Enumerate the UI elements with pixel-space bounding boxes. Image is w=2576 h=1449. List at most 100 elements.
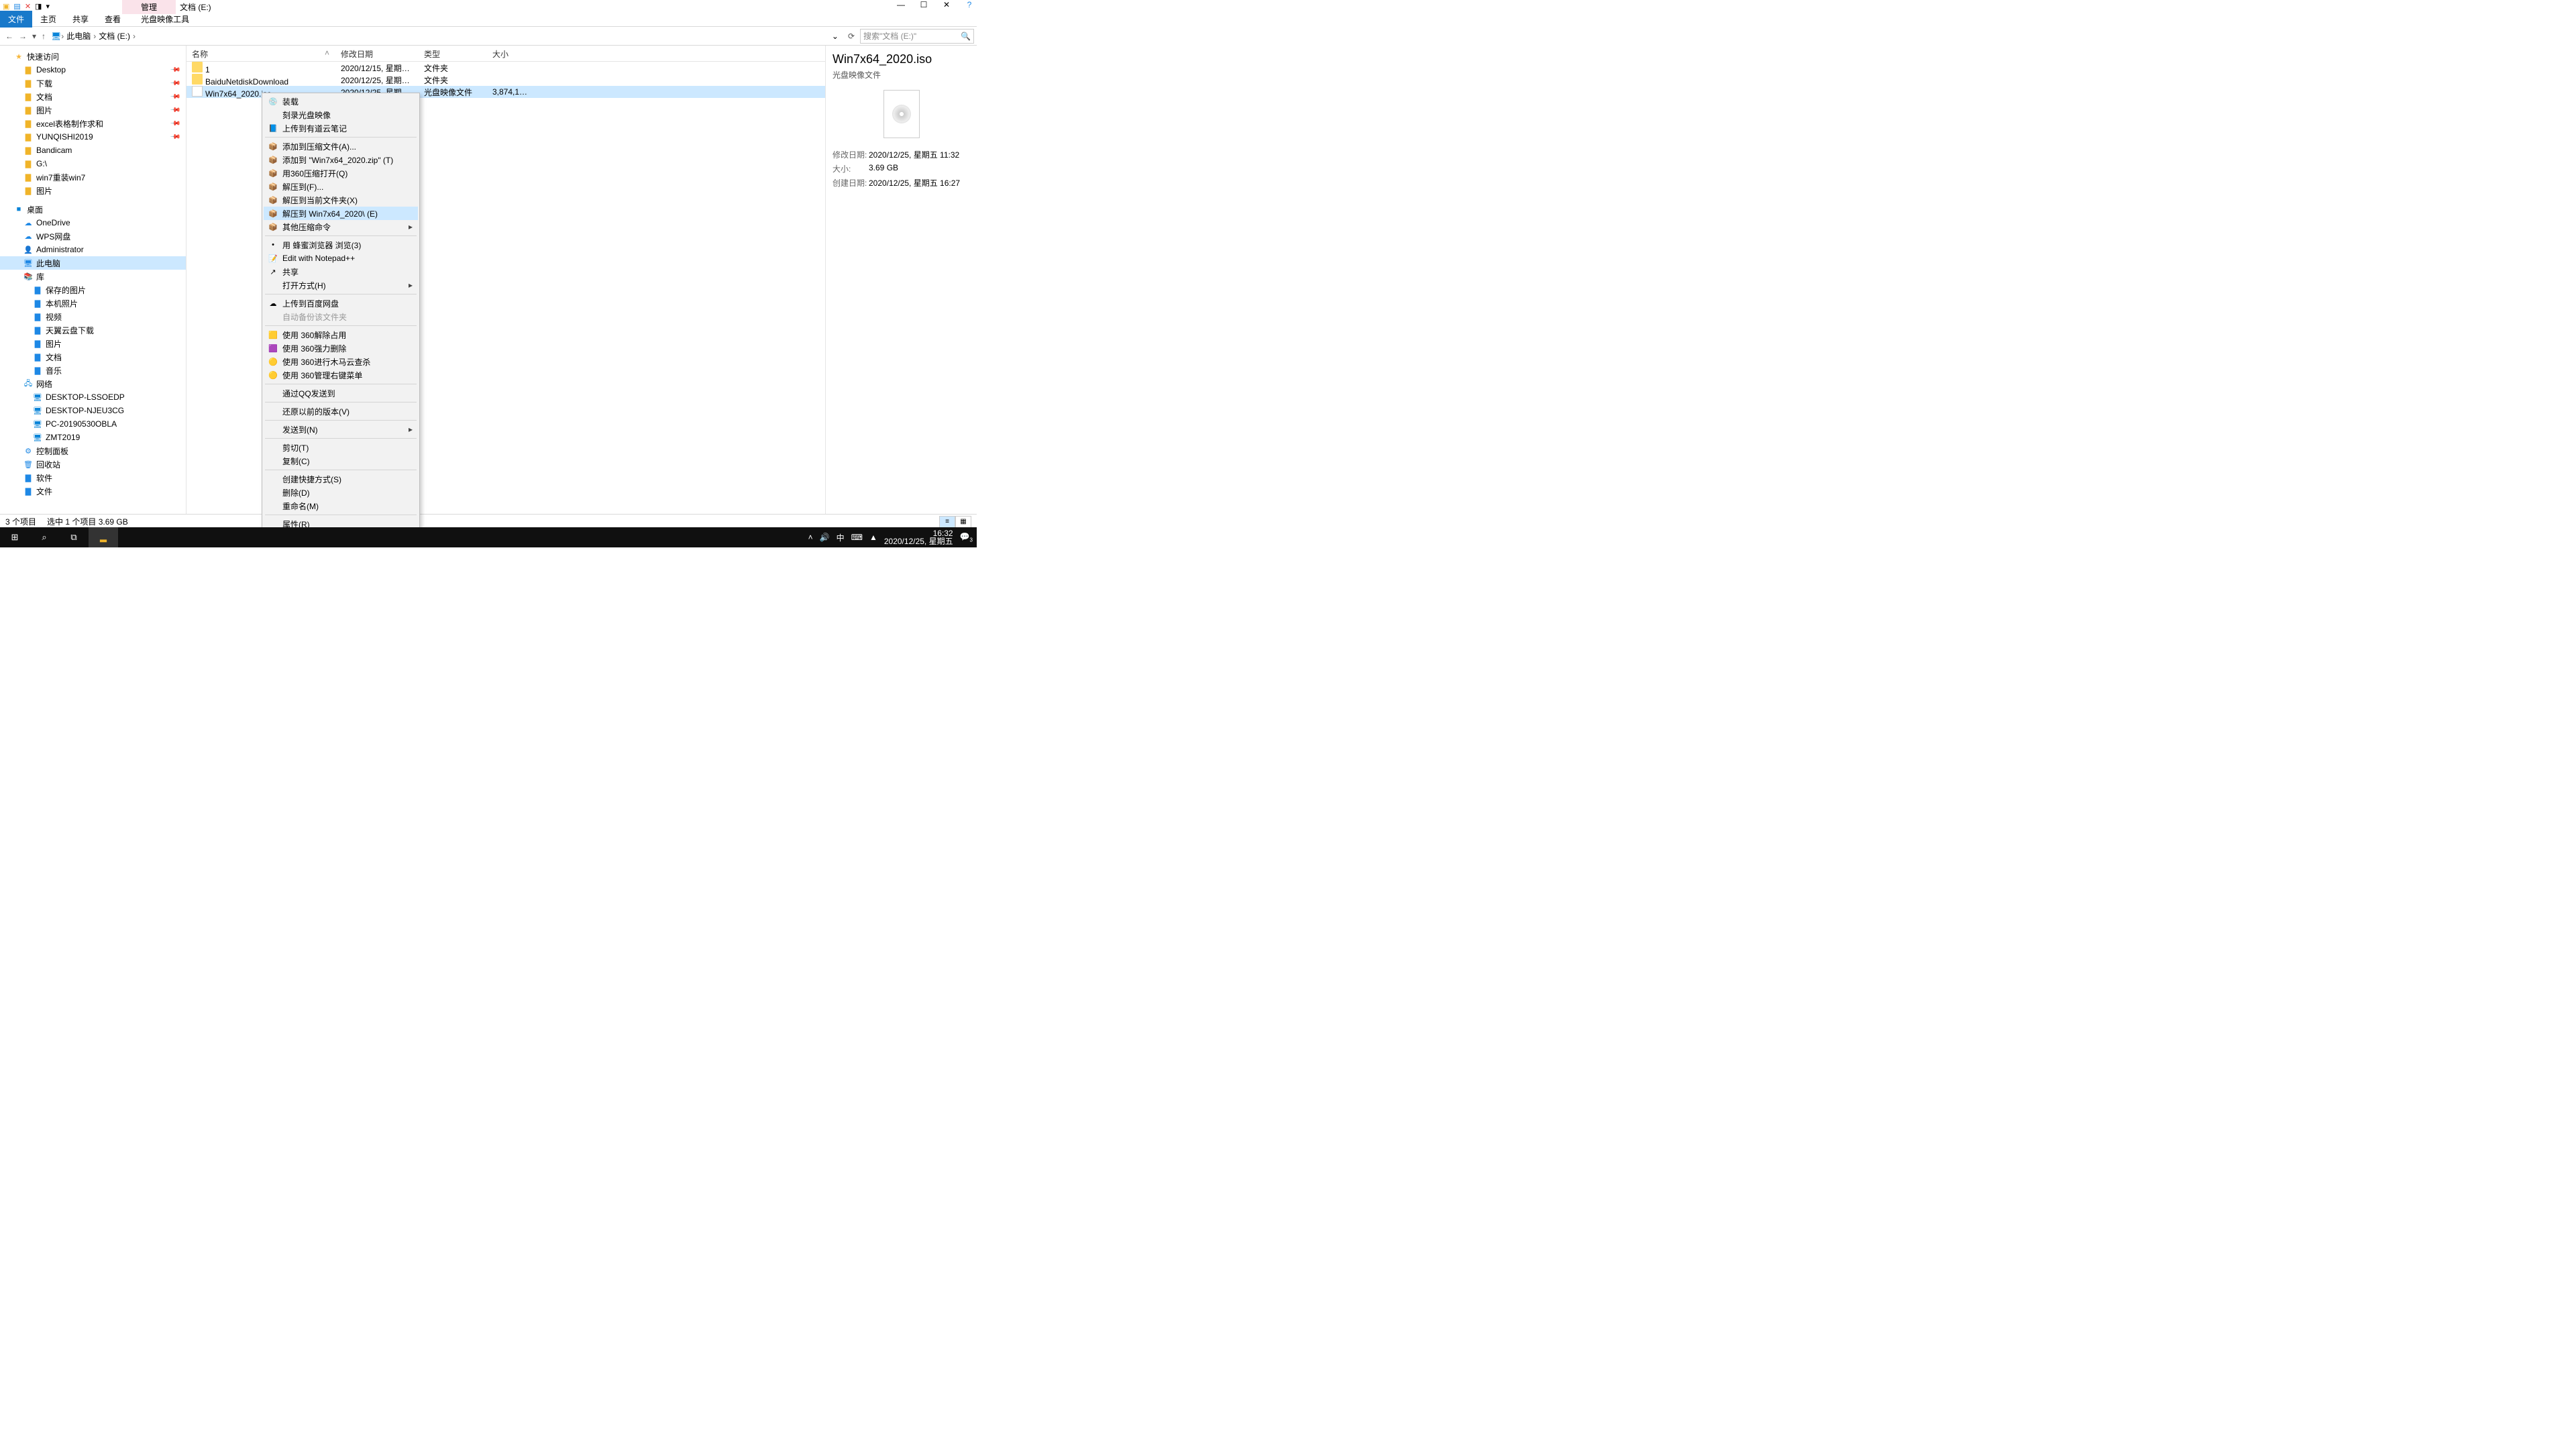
tree-item[interactable]: 🖥ZMT2019 bbox=[0, 431, 186, 444]
nav-recent-icon[interactable]: ▾ bbox=[32, 32, 36, 41]
tree-item[interactable]: ▇下载📌 bbox=[0, 76, 186, 90]
view-large-icon[interactable]: ▦ bbox=[955, 516, 971, 528]
col-header-date[interactable]: 修改日期 bbox=[335, 46, 419, 61]
task-view-icon[interactable]: ⧉ bbox=[59, 527, 89, 547]
tree-item[interactable]: ▇保存的图片 bbox=[0, 283, 186, 297]
context-menu-item[interactable]: •用 蜂蜜浏览器 浏览(3) bbox=[264, 238, 418, 252]
tree-item[interactable]: ▇Bandicam bbox=[0, 144, 186, 157]
context-menu-item[interactable]: 🟪使用 360强力删除 bbox=[264, 341, 418, 355]
tree-item[interactable]: ▇Desktop📌 bbox=[0, 63, 186, 76]
context-menu-item[interactable]: 创建快捷方式(S) bbox=[264, 472, 418, 486]
context-menu-item[interactable]: 🟡使用 360管理右键菜单 bbox=[264, 368, 418, 382]
context-menu-item[interactable]: 重命名(M) bbox=[264, 499, 418, 513]
context-menu-item[interactable]: 🟡使用 360进行木马云查杀 bbox=[264, 355, 418, 368]
context-menu-item[interactable]: 发送到(N)▸ bbox=[264, 423, 418, 436]
help-icon[interactable]: ? bbox=[963, 0, 975, 9]
tree-desktop[interactable]: ■桌面 bbox=[0, 203, 186, 216]
tree-item[interactable]: ▇文档 bbox=[0, 350, 186, 364]
tree-item[interactable]: ☁OneDrive bbox=[0, 216, 186, 229]
nav-tree[interactable]: ★快速访问 ▇Desktop📌▇下载📌▇文档📌▇图片📌▇excel表格制作求和📌… bbox=[0, 46, 186, 514]
view-details-icon[interactable]: ≡ bbox=[939, 516, 955, 528]
tree-item[interactable]: ▇音乐 bbox=[0, 364, 186, 377]
qat-props-icon[interactable]: ◨ bbox=[35, 2, 42, 11]
context-menu[interactable]: 💿装载刻录光盘映像📘上传到有道云笔记 📦添加到压缩文件(A)...📦添加到 "Wi… bbox=[262, 93, 420, 533]
taskbar-explorer-icon[interactable]: ▂ bbox=[89, 527, 118, 547]
tree-item[interactable]: 🗑回收站 bbox=[0, 458, 186, 471]
context-menu-item[interactable]: 📦用360压缩打开(Q) bbox=[264, 166, 418, 180]
col-header-type[interactable]: 类型 bbox=[419, 46, 487, 61]
tree-item[interactable]: ▇本机照片 bbox=[0, 297, 186, 310]
tree-item[interactable]: ☁WPS网盘 bbox=[0, 229, 186, 243]
maximize-button[interactable]: ☐ bbox=[918, 0, 930, 9]
tree-network[interactable]: 🖧网络 bbox=[0, 377, 186, 390]
nav-forward-icon[interactable]: → bbox=[19, 32, 27, 41]
context-menu-item[interactable]: 📘上传到有道云笔记 bbox=[264, 121, 418, 135]
context-menu-item[interactable]: 打开方式(H)▸ bbox=[264, 278, 418, 292]
context-menu-item[interactable]: 刻录光盘映像 bbox=[264, 108, 418, 121]
context-menu-item[interactable]: 剪切(T) bbox=[264, 441, 418, 454]
tree-item[interactable]: ▇视频 bbox=[0, 310, 186, 323]
tree-item[interactable]: ▇图片 bbox=[0, 337, 186, 350]
breadcrumb-dropdown-icon[interactable]: ⌄ bbox=[828, 32, 843, 41]
col-header-size[interactable]: 大小 bbox=[487, 46, 534, 61]
col-header-name[interactable]: 名称 ˄ bbox=[186, 46, 335, 61]
taskbar-clock[interactable]: 16:32 2020/12/25, 星期五 bbox=[884, 529, 953, 545]
context-menu-item[interactable]: ↗共享 bbox=[264, 265, 418, 278]
tree-item[interactable]: ▇win7重装win7 bbox=[0, 170, 186, 184]
tree-item[interactable]: ▇图片📌 bbox=[0, 103, 186, 117]
tree-item[interactable]: 🖥DESKTOP-LSSOEDP bbox=[0, 390, 186, 404]
file-row[interactable]: BaiduNetdiskDownload2020/12/25, 星期五 1...… bbox=[186, 74, 825, 86]
tray-security-icon[interactable]: ▲ bbox=[869, 533, 877, 542]
context-menu-item[interactable]: 📦解压到当前文件夹(X) bbox=[264, 193, 418, 207]
qat-dropdown-icon[interactable]: ▾ bbox=[46, 2, 50, 11]
search-input[interactable]: 搜索"文档 (E:)" 🔍 bbox=[860, 29, 974, 44]
crumb-thispc[interactable]: 此电脑 bbox=[64, 30, 93, 42]
context-menu-item[interactable]: 📦添加到 "Win7x64_2020.zip" (T) bbox=[264, 153, 418, 166]
tree-item[interactable]: 👤Administrator bbox=[0, 243, 186, 256]
tray-ime-icon[interactable]: 中 bbox=[837, 532, 845, 543]
context-menu-item[interactable]: 📦解压到 Win7x64_2020\ (E) bbox=[264, 207, 418, 220]
tree-item[interactable]: 🖥此电脑 bbox=[0, 256, 186, 270]
tree-item[interactable]: 📚库 bbox=[0, 270, 186, 283]
breadcrumb[interactable]: 🖥 › 此电脑 › 文档 (E:) › bbox=[51, 30, 828, 42]
context-menu-item[interactable]: 通过QQ发送到 bbox=[264, 386, 418, 400]
file-row[interactable]: 12020/12/15, 星期二 1...文件夹 bbox=[186, 62, 825, 74]
minimize-button[interactable]: — bbox=[895, 0, 907, 9]
context-menu-item[interactable]: 📦其他压缩命令▸ bbox=[264, 220, 418, 233]
qat-open-icon[interactable]: ▤ bbox=[13, 2, 20, 11]
ribbon-tab-file[interactable]: 文件 bbox=[0, 11, 32, 28]
tree-quick-access[interactable]: ★快速访问 bbox=[0, 50, 186, 63]
context-menu-item[interactable]: 还原以前的版本(V) bbox=[264, 405, 418, 418]
close-button[interactable]: ✕ bbox=[941, 0, 953, 9]
ribbon-tab-share[interactable]: 共享 bbox=[64, 11, 97, 28]
tree-item[interactable]: ▇图片 bbox=[0, 184, 186, 197]
tree-item[interactable]: ▇文件 bbox=[0, 484, 186, 498]
context-menu-item[interactable]: 💿装载 bbox=[264, 95, 418, 108]
refresh-icon[interactable]: ⟳ bbox=[848, 32, 855, 41]
context-menu-item[interactable]: 删除(D) bbox=[264, 486, 418, 499]
context-menu-item[interactable]: 复制(C) bbox=[264, 454, 418, 468]
context-menu-item[interactable]: ☁上传到百度网盘 bbox=[264, 297, 418, 310]
tray-input-icon[interactable]: ⌨ bbox=[851, 533, 863, 542]
start-button[interactable]: ⊞ bbox=[0, 527, 30, 547]
tray-up-icon[interactable]: ˄ bbox=[808, 533, 813, 542]
action-center-icon[interactable]: 💬3 bbox=[960, 532, 973, 543]
crumb-drive[interactable]: 文档 (E:) bbox=[96, 30, 133, 42]
context-menu-item[interactable]: 🟨使用 360解除占用 bbox=[264, 328, 418, 341]
tray-volume-icon[interactable]: 🔊 bbox=[820, 533, 830, 542]
qat-close-icon[interactable]: ✕ bbox=[25, 2, 31, 11]
tree-item[interactable]: 🖥DESKTOP-NJEU3CG bbox=[0, 404, 186, 417]
tree-item[interactable]: ⚙控制面板 bbox=[0, 444, 186, 458]
tree-item[interactable]: ▇excel表格制作求和📌 bbox=[0, 117, 186, 130]
nav-up-icon[interactable]: ↑ bbox=[42, 32, 46, 41]
context-menu-item[interactable]: 📝Edit with Notepad++ bbox=[264, 252, 418, 265]
tree-item[interactable]: ▇软件 bbox=[0, 471, 186, 484]
ribbon-tab-home[interactable]: 主页 bbox=[32, 11, 64, 28]
tree-item[interactable]: ▇YUNQISHI2019📌 bbox=[0, 130, 186, 144]
taskbar-search-icon[interactable]: ⌕ bbox=[30, 527, 59, 547]
context-menu-item[interactable]: 📦添加到压缩文件(A)... bbox=[264, 140, 418, 153]
context-menu-item[interactable]: 📦解压到(F)... bbox=[264, 180, 418, 193]
tree-item[interactable]: ▇天翼云盘下载 bbox=[0, 323, 186, 337]
tree-item[interactable]: 🖥PC-20190530OBLA bbox=[0, 417, 186, 431]
tree-item[interactable]: ▇文档📌 bbox=[0, 90, 186, 103]
